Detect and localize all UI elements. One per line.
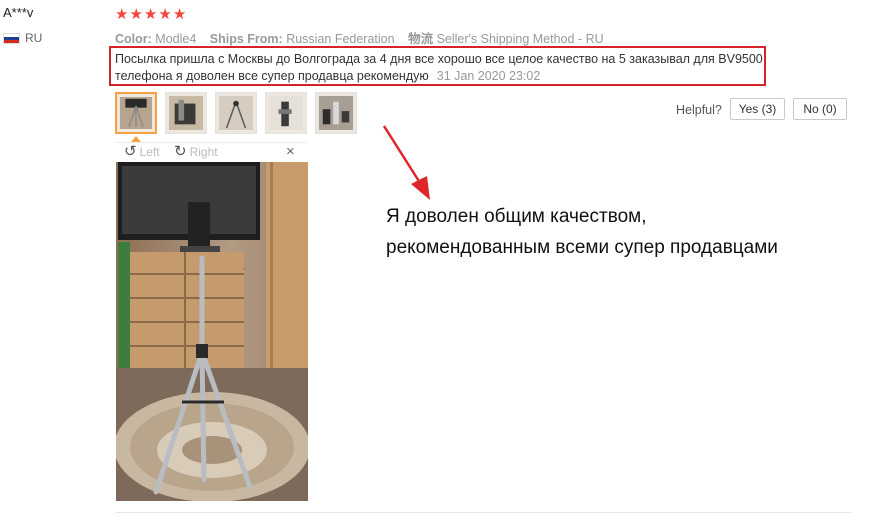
photo-thumbnail[interactable] [315,92,357,134]
star-icon: ★ [172,6,187,23]
star-icon: ★ [143,6,158,23]
tripod-photo-icon [120,97,152,129]
reviewer-name: A***v [3,5,34,20]
review-photo-large [116,162,308,501]
photo-thumbnail[interactable] [265,92,307,134]
parts-photo-icon [319,96,353,130]
rating-stars: ★ ★ ★ ★ ★ [115,7,186,22]
rotate-left-label: Left [139,144,160,159]
color-value: Modle4 [155,32,197,46]
tripod-photo [116,162,308,501]
russia-flag-icon [3,32,20,44]
reviewer-country: RU [3,31,42,45]
tripod-photo-icon [219,96,253,130]
photo-thumbnail[interactable] [165,92,207,134]
star-icon: ★ [115,6,129,23]
star-icon: ★ [158,6,172,23]
review-date: 31 Jan 2020 23:02 [436,68,541,83]
close-viewer-button[interactable]: × [286,143,295,160]
package-photo-icon [169,96,203,130]
helpful-label: Helpful? [676,103,722,117]
country-code: RU [25,31,43,45]
shipping-label: 物流 [408,32,434,46]
ships-from-value: Russian Federation [286,32,395,46]
shipping-value: Seller's Shipping Method - RU [436,32,604,46]
annotation-line-2: рекомендованным всеми супер продавцами [386,237,778,258]
star-icon: ★ [129,6,143,23]
phone-mount-photo-icon [269,96,303,130]
rotate-left-icon: ↺ [124,143,137,160]
annotation-arrow-icon [382,125,430,200]
photo-thumbnails [115,92,357,134]
review-text: Посылка пришла с Москвы до Волгограда за… [115,51,765,84]
helpful-no-button[interactable]: No (0) [793,98,847,120]
rotate-right-icon: ↻ [174,143,187,160]
image-viewer-toolbar: ↺ Left ↻ Right × [115,142,307,163]
rotate-right-button[interactable]: ↻ Right [174,144,218,159]
review-divider [115,512,851,513]
annotation-line-1: Я доволен общим качеством, [386,206,647,227]
rotate-right-label: Right [189,144,218,159]
color-label: Color: [115,32,152,46]
photo-thumbnail[interactable] [215,92,257,134]
translation-annotation: Я доволен общим качеством, рекомендованн… [386,201,778,263]
photo-thumbnail[interactable] [115,92,157,134]
order-meta: Color: Modle4 Ships From: Russian Federa… [115,28,604,47]
rotate-left-button[interactable]: ↺ Left [124,144,160,159]
ships-from-label: Ships From: [209,32,283,46]
helpful-yes-button[interactable]: Yes (3) [730,98,785,120]
